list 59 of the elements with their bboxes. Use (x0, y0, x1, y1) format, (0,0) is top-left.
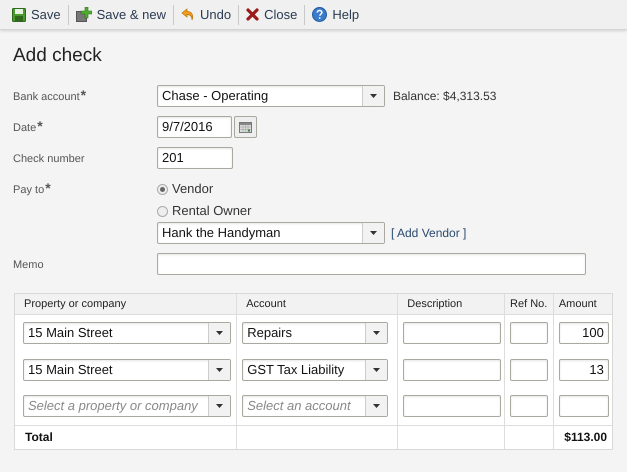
radio-button[interactable] (157, 206, 168, 216)
amount-field[interactable]: 100 (558, 322, 609, 344)
property-select[interactable]: 15 Main Street (23, 322, 231, 344)
caret-icon (373, 330, 380, 335)
add-vendor-link[interactable]: [ Add Vendor ] (391, 224, 466, 242)
date-field[interactable]: 9/7/2016 (157, 116, 232, 138)
caret-icon (216, 368, 223, 372)
caret-icon (216, 404, 223, 408)
property-select[interactable]: Select a property or company (23, 395, 231, 418)
column-header: Description (407, 298, 462, 310)
field-label: Check number (13, 153, 85, 165)
ref-number-field[interactable] (510, 395, 548, 418)
description-field[interactable] (403, 358, 502, 380)
field-label: Date* (13, 122, 43, 134)
undo-arrow-icon (181, 8, 196, 22)
save-new-button[interactable]: Save & new (74, 4, 168, 26)
help-icon (312, 7, 328, 22)
amount-field[interactable] (558, 395, 609, 418)
save-icon (12, 8, 26, 22)
ref-number-field[interactable] (510, 358, 548, 380)
help-button[interactable]: Help (310, 4, 362, 26)
total-amount: $113.00 (564, 430, 607, 444)
caret-icon (370, 94, 377, 98)
field-label: Bank account* (13, 91, 86, 103)
column-header: Ref No. (510, 298, 548, 310)
column-header: Property or company (24, 298, 126, 310)
total-label: Total (25, 430, 53, 444)
description-field[interactable] (403, 322, 502, 344)
save-button[interactable]: Save (10, 4, 63, 26)
field-label: Memo (13, 259, 44, 271)
radio-label[interactable]: Rental Owner (172, 201, 252, 221)
account-select[interactable]: Repairs (242, 322, 388, 344)
ref-number-field[interactable] (510, 322, 548, 344)
close-icon (246, 8, 260, 21)
calendar-icon (239, 122, 252, 132)
property-select[interactable]: 15 Main Street (23, 358, 231, 380)
caret-icon (216, 330, 223, 335)
check-number-field[interactable]: 201 (157, 147, 233, 169)
close-button[interactable]: Close (244, 4, 300, 26)
radio-label[interactable]: Vendor (172, 179, 214, 199)
undo-button[interactable]: Undo (179, 4, 234, 26)
vendor-select[interactable]: Hank the Handyman (157, 222, 385, 244)
radio-button[interactable] (157, 184, 168, 194)
bank-account-select[interactable]: Chase - Operating (157, 85, 385, 107)
field-label: Pay to* (13, 184, 51, 196)
amount-field[interactable]: 13 (558, 358, 609, 380)
caret-icon (370, 231, 377, 235)
caret-icon (373, 404, 380, 408)
calendar-button[interactable] (234, 116, 257, 138)
caret-icon (373, 368, 380, 372)
column-header: Amount (558, 298, 597, 310)
description-field[interactable] (403, 395, 502, 418)
account-select[interactable]: GST Tax Liability (242, 358, 388, 380)
account-select[interactable]: Select an account (242, 395, 388, 418)
plus-icon (76, 7, 92, 22)
balance-text: Balance: $4,313.53 (393, 88, 496, 105)
column-header: Account (246, 298, 286, 310)
page-title: Add check (13, 44, 102, 68)
memo-field[interactable] (157, 253, 586, 275)
